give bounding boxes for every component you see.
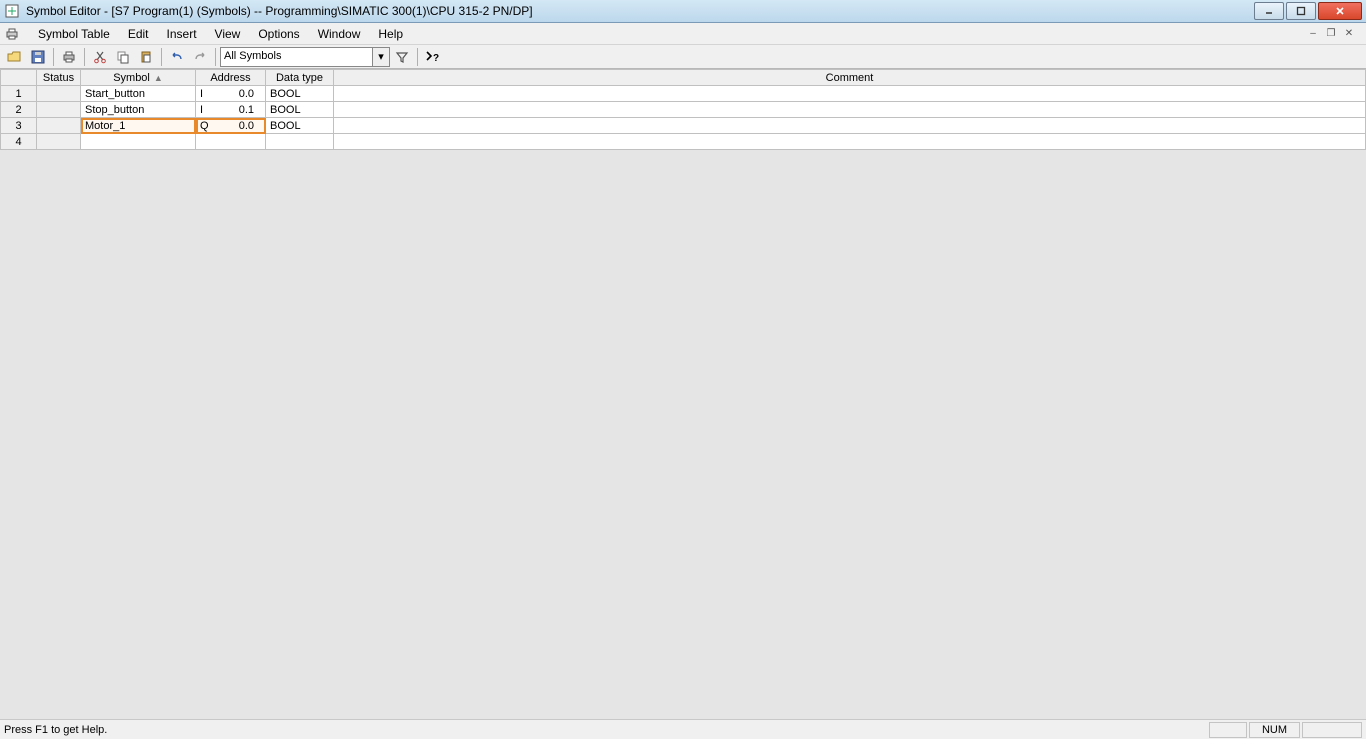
- datatype-cell[interactable]: BOOL: [266, 118, 334, 134]
- menu-help[interactable]: Help: [370, 25, 411, 43]
- open-button[interactable]: [4, 47, 26, 67]
- symbol-table[interactable]: Status Symbol ▲ Address Data type Comment…: [0, 69, 1366, 150]
- row-number-cell[interactable]: 3: [1, 118, 37, 134]
- menu-edit[interactable]: Edit: [120, 25, 157, 43]
- status-cell[interactable]: [37, 118, 81, 134]
- menu-view[interactable]: View: [207, 25, 249, 43]
- mdi-minimize-button[interactable]: –: [1306, 27, 1320, 41]
- symbol-cell[interactable]: [81, 134, 196, 150]
- grid-area: Status Symbol ▲ Address Data type Comment…: [0, 69, 1366, 719]
- window-controls: [1254, 2, 1362, 20]
- filter-dropdown[interactable]: All Symbols ▾: [220, 47, 390, 67]
- minimize-button[interactable]: [1254, 2, 1284, 20]
- symbol-cell[interactable]: Start_button: [81, 86, 196, 102]
- window-title: Symbol Editor - [S7 Program(1) (Symbols)…: [26, 4, 1254, 18]
- status-cell[interactable]: [37, 86, 81, 102]
- table-row[interactable]: 3 Motor_1Q0.0BOOL: [1, 118, 1366, 134]
- menu-symbol-table[interactable]: Symbol Table: [30, 25, 118, 43]
- comment-cell[interactable]: [334, 134, 1366, 150]
- column-header-datatype[interactable]: Data type: [266, 70, 334, 86]
- print-icon: [4, 26, 20, 42]
- chevron-down-icon: ▾: [372, 48, 389, 66]
- row-number-header[interactable]: [1, 70, 37, 86]
- column-header-symbol[interactable]: Symbol ▲: [81, 70, 196, 86]
- cut-button[interactable]: [89, 47, 111, 67]
- status-bar: Press F1 to get Help. NUM: [0, 719, 1366, 739]
- toolbar-separator: [215, 48, 216, 66]
- toolbar-separator: [417, 48, 418, 66]
- column-header-symbol-label: Symbol: [113, 72, 150, 84]
- comment-cell[interactable]: [334, 86, 1366, 102]
- table-row[interactable]: 4: [1, 134, 1366, 150]
- status-cell[interactable]: [37, 102, 81, 118]
- filter-dropdown-label: All Symbols: [224, 50, 281, 62]
- address-cell[interactable]: [196, 134, 266, 150]
- comment-cell[interactable]: [334, 118, 1366, 134]
- save-button[interactable]: [27, 47, 49, 67]
- comment-cell[interactable]: [334, 102, 1366, 118]
- symbol-editor-icon: [4, 3, 20, 19]
- menu-bar: Symbol Table Edit Insert View Options Wi…: [0, 23, 1366, 45]
- filter-button[interactable]: [391, 47, 413, 67]
- symbol-cell[interactable]: Stop_button: [81, 102, 196, 118]
- menu-insert[interactable]: Insert: [159, 25, 205, 43]
- maximize-button[interactable]: [1286, 2, 1316, 20]
- status-help-text: Press F1 to get Help.: [4, 724, 1207, 736]
- grid-empty-area: [0, 150, 1366, 719]
- copy-button[interactable]: [112, 47, 134, 67]
- table-row[interactable]: 2 Stop_buttonI0.1BOOL: [1, 102, 1366, 118]
- toolbar-separator: [53, 48, 54, 66]
- row-number-cell[interactable]: 4: [1, 134, 37, 150]
- datatype-cell[interactable]: BOOL: [266, 86, 334, 102]
- table-row[interactable]: 1 Start_buttonI0.0BOOL: [1, 86, 1366, 102]
- context-help-button[interactable]: ?: [422, 47, 444, 67]
- row-number-cell[interactable]: 2: [1, 102, 37, 118]
- menu-window[interactable]: Window: [310, 25, 369, 43]
- address-cell[interactable]: Q0.0: [196, 118, 266, 134]
- status-cell[interactable]: [37, 134, 81, 150]
- toolbar: All Symbols ▾ ?: [0, 45, 1366, 69]
- menu-options[interactable]: Options: [250, 25, 307, 43]
- row-number-cell[interactable]: 1: [1, 86, 37, 102]
- status-cell: [1209, 722, 1247, 738]
- status-cell: [1302, 722, 1362, 738]
- sort-ascending-icon: ▲: [154, 73, 163, 83]
- column-header-address[interactable]: Address: [196, 70, 266, 86]
- paste-button[interactable]: [135, 47, 157, 67]
- toolbar-separator: [84, 48, 85, 66]
- datatype-cell[interactable]: BOOL: [266, 102, 334, 118]
- toolbar-separator: [161, 48, 162, 66]
- status-num-indicator: NUM: [1249, 722, 1300, 738]
- mdi-restore-button[interactable]: ❐: [1324, 27, 1338, 41]
- redo-button[interactable]: [189, 47, 211, 67]
- datatype-cell[interactable]: [266, 134, 334, 150]
- column-header-comment[interactable]: Comment: [334, 70, 1366, 86]
- title-bar: Symbol Editor - [S7 Program(1) (Symbols)…: [0, 0, 1366, 23]
- address-cell[interactable]: I0.1: [196, 102, 266, 118]
- table-header-row: Status Symbol ▲ Address Data type Comment: [1, 70, 1366, 86]
- print-button[interactable]: [58, 47, 80, 67]
- mdi-controls: – ❐ ✕: [1306, 27, 1362, 41]
- close-button[interactable]: [1318, 2, 1362, 20]
- address-cell[interactable]: I0.0: [196, 86, 266, 102]
- undo-button[interactable]: [166, 47, 188, 67]
- svg-text:?: ?: [433, 53, 439, 64]
- column-header-status[interactable]: Status: [37, 70, 81, 86]
- mdi-close-button[interactable]: ✕: [1342, 27, 1356, 41]
- symbol-cell[interactable]: Motor_1: [81, 118, 196, 134]
